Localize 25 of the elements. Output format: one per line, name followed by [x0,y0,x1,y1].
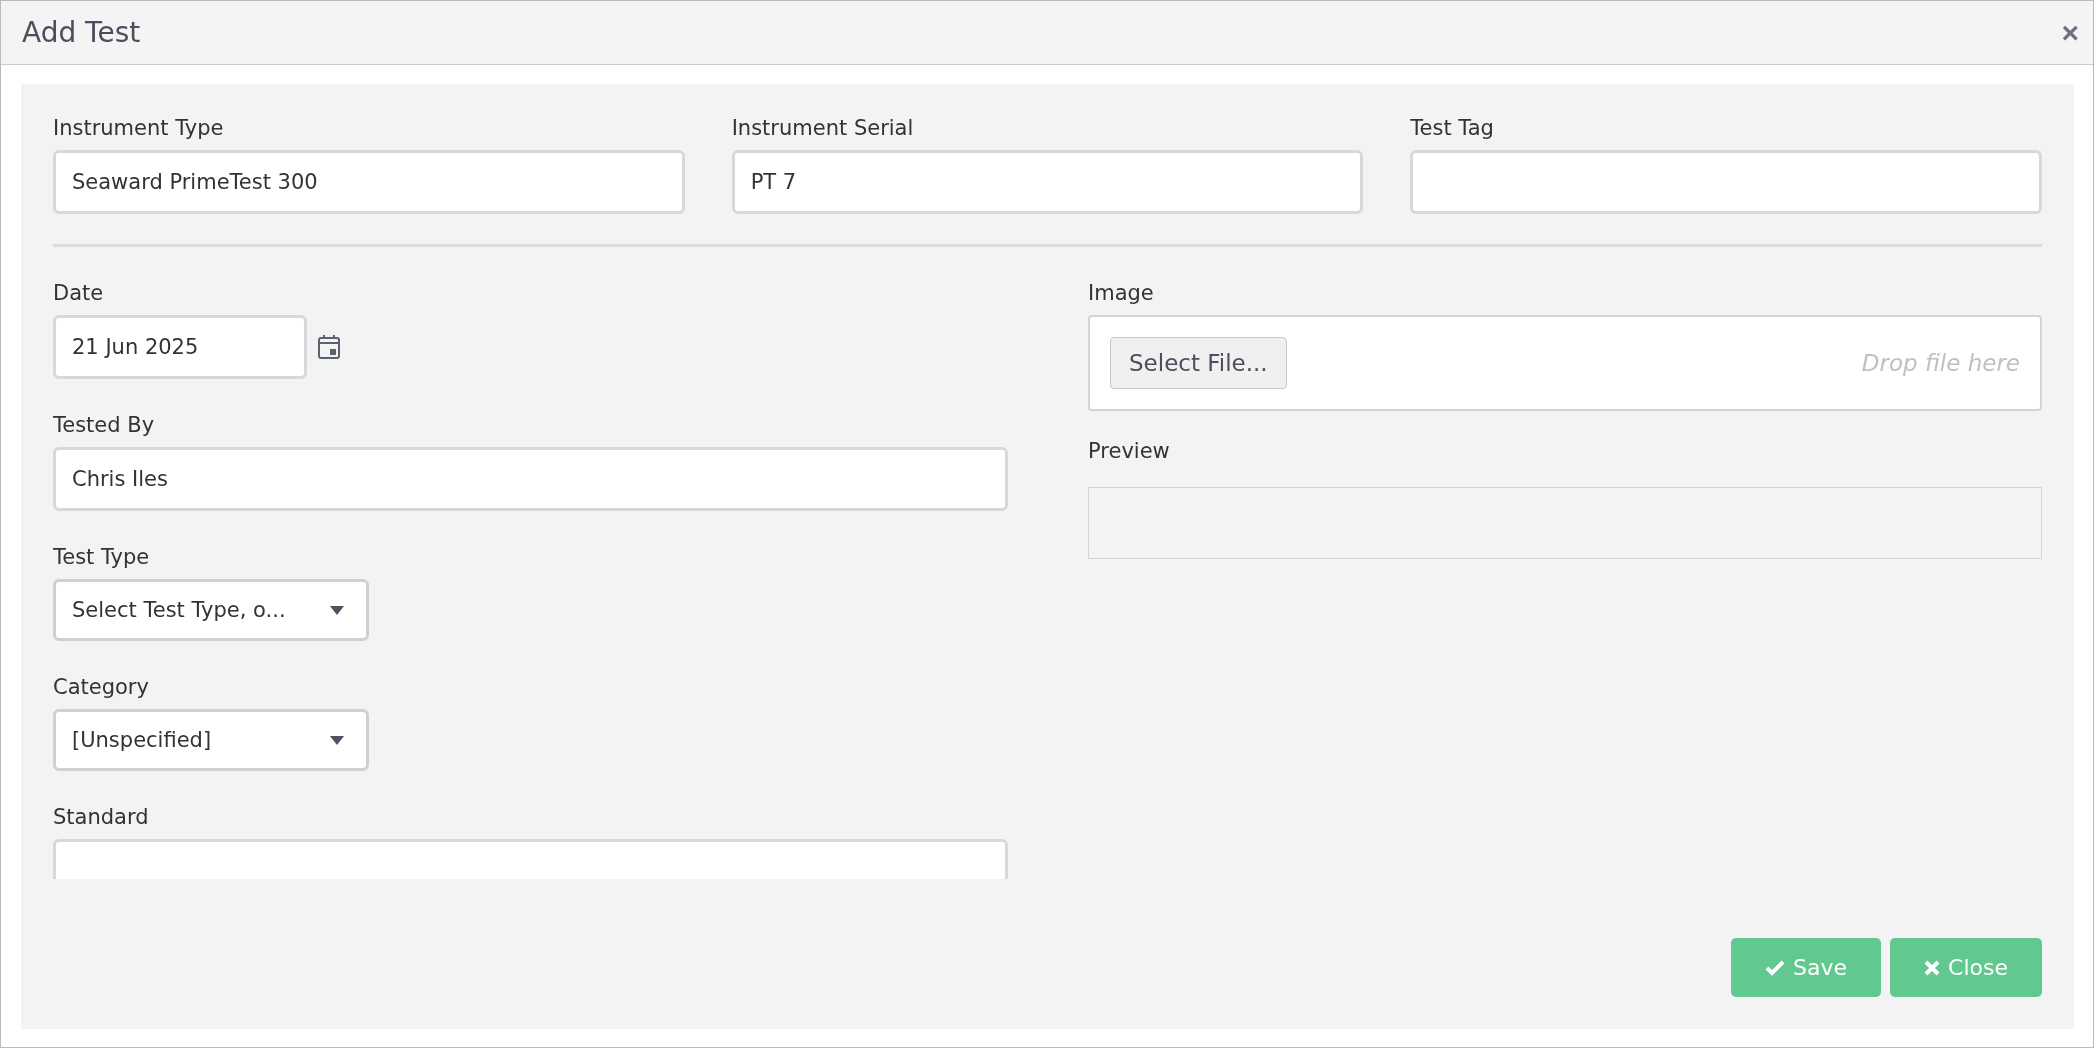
field-label: Image [1088,281,1155,305]
field-label: Test Tag [1410,116,1495,140]
field-label: Instrument Serial [731,116,915,140]
text-field[interactable]: Chris Iles [53,447,1008,511]
field-label: Tested By [53,413,156,437]
field-label: Category [53,675,150,699]
x-icon [1924,959,1941,976]
file-drop-zone[interactable]: Select File... Drop file here [1088,315,2042,411]
dropdown[interactable]: Select Test Type, o... [53,579,369,641]
window-title: Add Test [22,16,141,49]
field-label: Instrument Type [53,116,225,140]
dropdown[interactable]: [Unspecified] [53,709,369,771]
text-field[interactable]: PT 7 [731,150,1364,214]
text-field[interactable] [1410,150,2042,214]
text-field[interactable]: Seaward PrimeTest 300 [53,150,685,214]
field-label: Test Type [53,545,151,569]
select-file-button[interactable]: Select File... [1110,337,1287,389]
field-label: Preview [1088,439,1171,463]
field-label: Standard [53,805,150,829]
check-icon [1765,959,1786,976]
date-field[interactable]: 21 Jun 2025 [53,315,307,379]
drop-hint: Drop file here [1861,350,2020,376]
field-label: Date [53,281,105,305]
close-button[interactable]: × [2061,15,2079,50]
calendar-icon[interactable] [317,334,341,360]
